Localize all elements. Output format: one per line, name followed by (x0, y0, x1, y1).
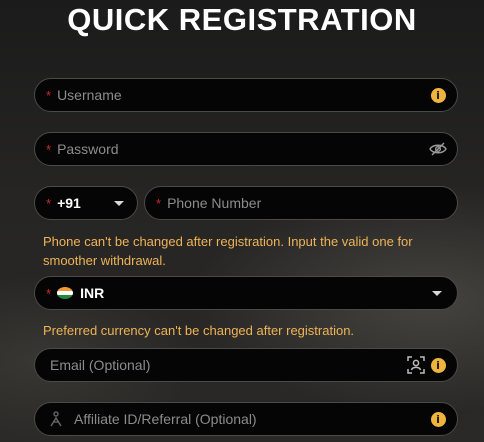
info-icon[interactable]: i (429, 356, 447, 374)
currency-select[interactable]: * INR (34, 276, 458, 310)
currency-value: INR (80, 285, 105, 301)
password-field[interactable]: * Password (34, 132, 458, 166)
info-icon[interactable]: i (429, 86, 447, 104)
required-mark: * (46, 141, 52, 157)
page-title: QUICK REGISTRATION (67, 2, 417, 37)
info-icon[interactable]: i (429, 410, 447, 428)
affiliate-placeholder: Affiliate ID/Referral (Optional) (74, 411, 257, 427)
country-code-select[interactable]: * +91 (34, 186, 138, 220)
required-mark: * (46, 285, 52, 301)
contact-scan-icon[interactable] (407, 356, 425, 374)
eye-slash-icon[interactable] (429, 140, 447, 158)
currency-note: Preferred currency can't be changed afte… (43, 323, 355, 338)
phone-placeholder: Phone Number (167, 195, 262, 211)
required-mark: * (156, 195, 162, 211)
chevron-down-icon (114, 200, 124, 206)
password-placeholder: Password (57, 141, 119, 157)
phone-note: Phone can't be changed after registratio… (43, 234, 413, 268)
chevron-down-icon (432, 290, 442, 296)
phone-number-field[interactable]: * Phone Number (144, 186, 458, 220)
email-placeholder: Email (Optional) (50, 357, 151, 373)
email-field[interactable]: Email (Optional) i (34, 348, 458, 382)
affiliate-field[interactable]: Affiliate ID/Referral (Optional) i (34, 402, 458, 436)
country-code-value: +91 (57, 195, 81, 211)
username-placeholder: Username (57, 87, 122, 103)
india-flag-icon (57, 287, 74, 299)
affiliate-icon (48, 411, 64, 427)
username-field[interactable]: * Username i (34, 78, 458, 112)
required-mark: * (46, 87, 52, 103)
required-mark: * (46, 195, 52, 211)
